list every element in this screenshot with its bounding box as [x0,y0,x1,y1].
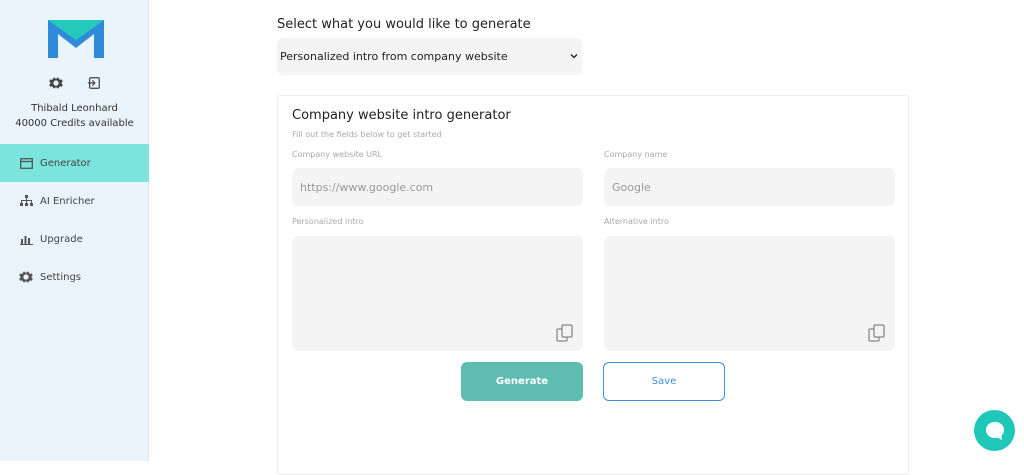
company-url-label: Company website URL [292,150,383,159]
sidebar-nav: Generator AI Enricher Upgrade Settings [0,144,149,296]
chat-bubble-icon [985,421,1004,440]
card-subtitle: Fill out the fields below to get started [292,130,442,139]
generate-type-select[interactable]: Personalized intro from company website [277,38,582,75]
sidebar-item-generator[interactable]: Generator [0,144,149,182]
save-button[interactable]: Save [603,362,725,401]
company-name-input[interactable]: Google [604,168,895,206]
copy-icon[interactable] [867,323,887,343]
sidebar-item-ai-enricher[interactable]: AI Enricher [0,182,149,220]
generate-button[interactable]: Generate [461,362,583,401]
chat-button[interactable] [974,410,1015,451]
personalized-intro-label: Personalized intro [292,217,364,226]
m-logo-icon[interactable] [48,20,104,58]
window-icon [19,156,33,170]
user-name: Thibald Leonhard [31,103,118,114]
card-title: Company website intro generator [292,108,511,123]
gear-icon [19,270,33,284]
sidebar-item-label: Upgrade [40,233,83,245]
sidebar-item-label: AI Enricher [40,195,95,207]
user-credits: 40000 Credits available [15,118,134,129]
chevron-down-icon [570,54,578,59]
gear-icon[interactable] [48,75,64,91]
sidebar-item-label: Settings [40,271,82,283]
company-name-placeholder: Google [612,180,651,194]
company-url-placeholder: https://www.google.com [300,180,434,194]
sidebar-item-upgrade[interactable]: Upgrade [0,220,149,258]
generate-type-prompt: Select what you would like to generate [277,17,531,32]
sitemap-icon [19,194,33,208]
sidebar: Thibald Leonhard 40000 Credits available… [0,0,149,461]
company-name-label: Company name [604,150,668,159]
logout-icon[interactable] [86,75,102,91]
alternative-intro-label: Alternative intro [604,217,669,226]
company-url-input[interactable]: https://www.google.com [292,168,583,206]
sidebar-item-label: Generator [40,157,91,169]
sidebar-top-icons [0,75,149,91]
copy-icon[interactable] [555,323,575,343]
select-value: Personalized intro from company website [280,50,508,63]
intro-generator-card: Company website intro generator Fill out… [277,95,909,475]
bar-chart-icon [19,232,33,246]
personalized-intro-textarea[interactable] [292,236,583,351]
alternative-intro-textarea[interactable] [604,236,895,351]
sidebar-item-settings[interactable]: Settings [0,258,149,296]
